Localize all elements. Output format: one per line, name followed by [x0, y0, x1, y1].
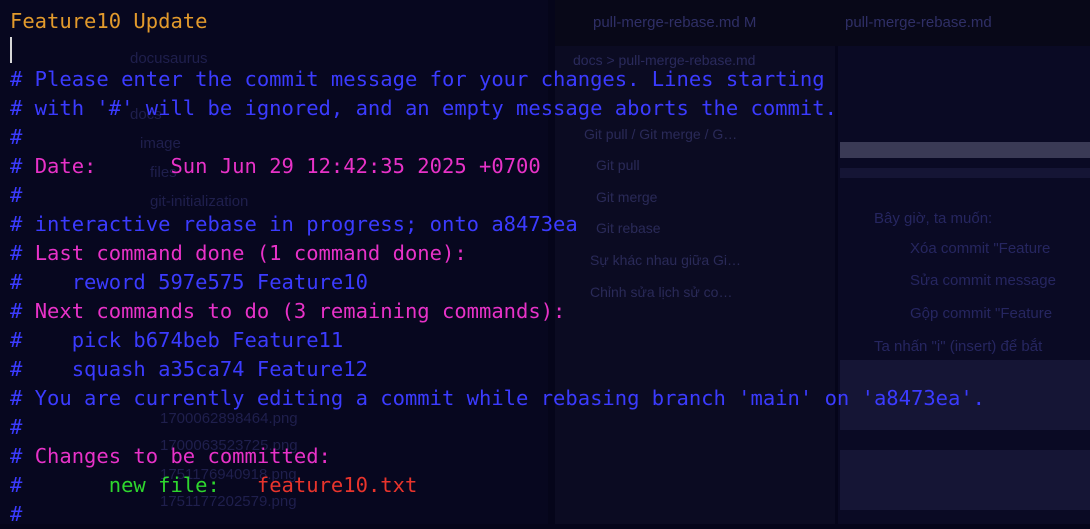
comment-hash: # [10, 473, 23, 497]
rebase-status: interactive rebase in progress; onto a84… [22, 212, 578, 236]
preview-code-line [840, 168, 1090, 178]
comment-line: # Date: Sun Jun 29 12:42:35 2025 +0700 [10, 152, 541, 181]
comment-line: # interactive rebase in progress; onto a… [10, 210, 578, 239]
comment-line: # Changes to be committed: [10, 442, 331, 471]
comment-hash: # [10, 444, 23, 468]
markdown-preview-pane: Bây giờ, ta muốn: Xóa commit "Feature Sử… [838, 0, 1090, 524]
comment-hash: # [10, 125, 23, 149]
comment-hash: # [10, 270, 23, 294]
comment-hash: # [10, 96, 23, 120]
outline-item[interactable]: Git merge [596, 189, 657, 205]
comment-line: # pick b674beb Feature11 [10, 326, 343, 355]
tab-pull-merge-rebase-preview[interactable]: pull-merge-rebase.md [845, 14, 992, 31]
next-command: squash a35ca74 Feature12 [71, 357, 368, 381]
outline-item[interactable]: Git rebase [596, 220, 661, 236]
comment-line: # [10, 181, 22, 210]
comment-line: # with '#' will be ignored, and an empty… [10, 94, 837, 123]
new-file-label: new file: [108, 473, 220, 497]
comment-line: # [10, 413, 22, 442]
next-commands-header: Next commands to do (3 remaining command… [34, 299, 566, 323]
comment-line: # Last command done (1 command done): [10, 239, 467, 268]
preview-code-block [840, 450, 1090, 510]
tab-pull-merge-rebase-modified[interactable]: pull-merge-rebase.md M [593, 14, 756, 31]
comment-line: # Next commands to do (3 remaining comma… [10, 297, 565, 326]
new-file-name: feature10.txt [256, 473, 418, 497]
comment-hash: # [10, 241, 23, 265]
outline-item[interactable]: Sự khác nhau giữa Gi… [590, 252, 741, 268]
outline-item[interactable]: Git pull [596, 157, 640, 173]
last-command: reword 597e575 Feature10 [71, 270, 368, 294]
changes-header: Changes to be committed: [34, 444, 331, 468]
next-command: pick b674beb Feature11 [71, 328, 344, 352]
preview-bullet: Gộp commit "Feature [910, 305, 1053, 322]
comment-hash: # [10, 212, 23, 236]
instruction-line-2: with '#' will be ignored, and an empty m… [22, 96, 837, 120]
preview-code-highlight [840, 142, 1090, 158]
comment-line: # new file: feature10.txt [10, 471, 417, 500]
last-command-header: Last command done (1 command done): [34, 241, 467, 265]
date-label: Date: [34, 154, 97, 178]
comment-line: # [10, 123, 22, 152]
comment-hash: # [10, 328, 23, 352]
comment-line: # Please enter the commit message for yo… [10, 65, 825, 94]
preview-bullet: Sửa commit message [910, 272, 1056, 289]
comment-hash: # [10, 67, 23, 91]
comment-line: # [10, 500, 22, 529]
instruction-line-1: Please enter the commit message for your… [22, 67, 825, 91]
preview-bullet: Xóa commit "Feature [910, 240, 1051, 257]
comment-hash: # [10, 299, 23, 323]
folder-image[interactable]: image [140, 135, 181, 152]
editing-status: You are currently editing a commit while… [22, 386, 986, 410]
text-cursor [10, 37, 12, 63]
preview-bullet: Bây giờ, ta muốn: [874, 210, 993, 227]
comment-hash: # [10, 502, 23, 526]
comment-hash: # [10, 415, 23, 439]
preview-bullet: Ta nhấn "i" (insert) để bắt [874, 338, 1043, 355]
folder-git-initialization[interactable]: git-initialization [150, 193, 248, 210]
comment-line: # You are currently editing a commit whi… [10, 384, 985, 413]
editor-tab-bar: pull-merge-rebase.md M pull-merge-rebase… [555, 0, 1090, 46]
comment-hash: # [10, 386, 23, 410]
date-value: Sun Jun 29 12:42:35 2025 +0700 [170, 154, 541, 178]
outline-item[interactable]: Git pull / Git merge / G… [584, 126, 737, 142]
outline-item[interactable]: Chỉnh sửa lịch sử co… [590, 284, 732, 300]
comment-line: # squash a35ca74 Feature12 [10, 355, 368, 384]
comment-hash: # [10, 357, 23, 381]
comment-hash: # [10, 183, 23, 207]
commit-title-line[interactable]: Feature10 Update [10, 7, 207, 36]
comment-hash: # [10, 154, 23, 178]
comment-line: # reword 597e575 Feature10 [10, 268, 368, 297]
